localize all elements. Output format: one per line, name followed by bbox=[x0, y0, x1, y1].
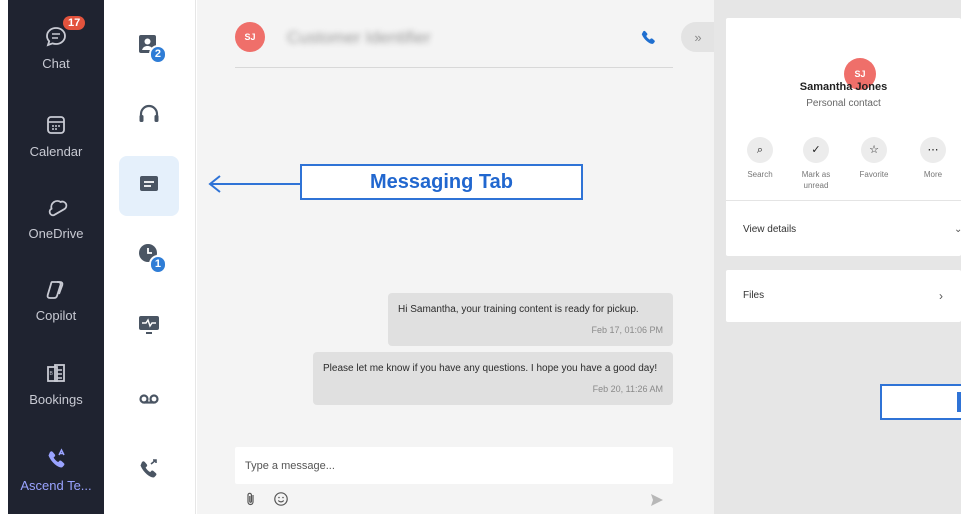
rail-label-calendar: Calendar bbox=[29, 144, 83, 159]
app-rail: 17 Chat Calendar OneDrive Copilot B Book… bbox=[0, 0, 104, 514]
app-root: 17 Chat Calendar OneDrive Copilot B Book… bbox=[0, 0, 961, 514]
more-action-label: More bbox=[923, 170, 943, 179]
rail-item-calendar[interactable]: Calendar bbox=[8, 112, 104, 159]
messaging-tab-callout: Messaging Tab bbox=[300, 164, 583, 200]
chat-badge: 17 bbox=[63, 16, 86, 30]
favorite-action-label: Favorite bbox=[859, 170, 889, 179]
message-bubble: Hi Samantha, your training content is re… bbox=[388, 293, 673, 346]
onedrive-icon bbox=[43, 194, 69, 220]
message-text: Please let me know if you have any quest… bbox=[323, 363, 658, 374]
message-timestamp: Feb 20, 11:26 AM bbox=[592, 384, 663, 394]
avatar: SJ bbox=[235, 22, 265, 52]
view-details-label: View details bbox=[743, 224, 797, 235]
phone-app-icon bbox=[43, 446, 69, 472]
rail-item-copilot[interactable]: Copilot bbox=[8, 276, 104, 323]
attachment-icon[interactable] bbox=[243, 491, 259, 507]
rail-label-bookings: Bookings bbox=[29, 392, 83, 407]
chevron-double-right-icon: » bbox=[694, 29, 702, 45]
conversation-header: SJ Customer Identifier bbox=[235, 0, 673, 68]
rail-item-onedrive[interactable]: OneDrive bbox=[8, 194, 104, 241]
message-icon bbox=[136, 171, 162, 202]
history-tab[interactable]: 1 bbox=[119, 226, 179, 286]
favorite-action[interactable]: ☆ Favorite bbox=[852, 137, 896, 180]
rail-label-copilot: Copilot bbox=[35, 308, 77, 323]
headset-icon bbox=[136, 101, 162, 132]
rail-item-ascend[interactable]: Ascend Te... bbox=[8, 446, 104, 493]
files-label: Files bbox=[743, 290, 765, 301]
search-action-label: Search bbox=[747, 170, 773, 179]
phone-transfer-icon bbox=[136, 455, 162, 486]
rail-item-bookings[interactable]: B Bookings bbox=[8, 360, 104, 407]
voicemail-tab[interactable] bbox=[119, 370, 179, 430]
mark-unread-icon: ✓ bbox=[803, 137, 829, 163]
queues-tab[interactable] bbox=[119, 86, 179, 146]
chevron-down-icon: ⌄ bbox=[954, 224, 961, 235]
emoji-icon[interactable] bbox=[273, 491, 289, 507]
rail-label-onedrive: OneDrive bbox=[28, 226, 84, 241]
messaging-tab[interactable] bbox=[119, 156, 179, 216]
contact-details-panel: SJ Samantha Jones Personal contact ⌕ Sea… bbox=[714, 0, 961, 514]
mark-unread-action[interactable]: ✓ Mark as unread bbox=[794, 137, 838, 191]
more-action[interactable]: ⋯ More bbox=[911, 137, 955, 180]
secondary-nav: 2 1 bbox=[104, 0, 196, 514]
send-icon[interactable] bbox=[649, 492, 665, 508]
star-icon: ☆ bbox=[861, 137, 887, 163]
rail-edge bbox=[0, 0, 8, 514]
contact-card-name: Samantha Jones bbox=[799, 81, 888, 93]
composer-tools bbox=[243, 491, 289, 507]
message-bubble: Please let me know if you have any quest… bbox=[313, 352, 673, 405]
copilot-icon bbox=[43, 276, 69, 302]
chevron-right-icon: › bbox=[939, 289, 943, 303]
message-input[interactable] bbox=[235, 447, 673, 484]
expand-panel-button[interactable]: » bbox=[681, 22, 715, 52]
monitor-tab[interactable] bbox=[119, 296, 179, 356]
search-icon: ⌕ bbox=[747, 137, 773, 163]
phone-call-icon[interactable] bbox=[639, 28, 657, 46]
more-icon: ⋯ bbox=[920, 137, 946, 163]
contact-name: Customer Identifier bbox=[287, 28, 431, 47]
rail-label-ascend: Ascend Te... bbox=[20, 478, 92, 493]
contact-card: SJ Samantha Jones Personal contact ⌕ Sea… bbox=[726, 18, 961, 256]
voicemail-icon bbox=[136, 385, 162, 416]
contacts-tab[interactable]: 2 bbox=[119, 16, 179, 76]
search-action[interactable]: ⌕ Search bbox=[738, 137, 782, 180]
contact-card-subtitle: Personal contact bbox=[806, 98, 881, 109]
message-composer bbox=[235, 447, 673, 484]
rail-label-chat: Chat bbox=[42, 56, 70, 71]
rail-item-chat[interactable]: 17 Chat bbox=[8, 16, 104, 71]
annotation-box bbox=[880, 384, 961, 420]
bookings-icon: B bbox=[43, 360, 69, 386]
monitor-icon bbox=[136, 311, 162, 342]
callout-arrow bbox=[208, 175, 300, 193]
svg-text:B: B bbox=[50, 371, 54, 377]
annotation-marker bbox=[957, 392, 961, 412]
conversation-pane: SJ Customer Identifier » Hi Samantha, yo… bbox=[197, 0, 715, 514]
contacts-badge: 2 bbox=[148, 45, 167, 64]
files-row[interactable]: Files › bbox=[726, 270, 961, 322]
divider bbox=[726, 200, 961, 201]
history-badge: 1 bbox=[148, 255, 167, 274]
message-timestamp: Feb 17, 01:06 PM bbox=[591, 325, 663, 335]
call-transfer-tab[interactable] bbox=[119, 440, 179, 500]
calendar-icon bbox=[43, 112, 69, 138]
mark-unread-action-label: Mark as unread bbox=[801, 170, 831, 190]
message-text: Hi Samantha, your training content is re… bbox=[398, 304, 639, 315]
